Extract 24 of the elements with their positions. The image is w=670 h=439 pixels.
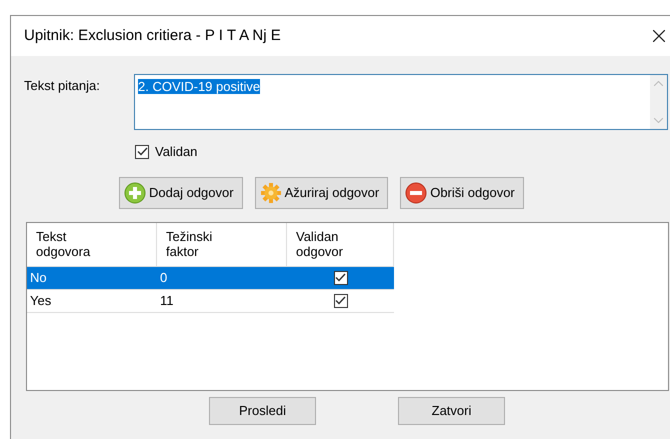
table-cell-text: No (29, 268, 48, 287)
action-button[interactable]: Dodaj odgovor (119, 176, 243, 208)
table-cell-text: 11 (159, 292, 174, 310)
scrollbar[interactable] (650, 75, 667, 129)
table-row[interactable]: No 0 (27, 266, 394, 290)
checkbox[interactable] (135, 144, 149, 159)
table-cell-text: Yes (29, 292, 52, 310)
dialog-button[interactable]: Zatvori (398, 396, 505, 424)
minus-icon (405, 182, 428, 204)
checkbox-label: Validan (155, 143, 198, 161)
action-button[interactable]: Ažuriraj odgovor (254, 176, 388, 208)
action-button[interactable]: Obriši odgovor (400, 176, 524, 208)
close-icon (653, 30, 665, 42)
window-title: Upitnik: Exclusion critiera - P I T A Nj E (24, 26, 282, 46)
table-row[interactable]: Yes 11 (27, 290, 394, 312)
gear-icon (260, 182, 282, 204)
field-label: Tekst pitanja: (23, 77, 101, 95)
checkbox[interactable] (334, 270, 348, 284)
dialog-button[interactable]: Prosledi (209, 396, 316, 424)
plus-icon (124, 182, 146, 204)
checkbox[interactable] (334, 294, 348, 308)
question-text: 2. COVID-19 positive (138, 79, 260, 94)
question-text-area[interactable]: 2. COVID-19 positive (134, 74, 668, 130)
table-cell-text: 0 (159, 268, 168, 287)
